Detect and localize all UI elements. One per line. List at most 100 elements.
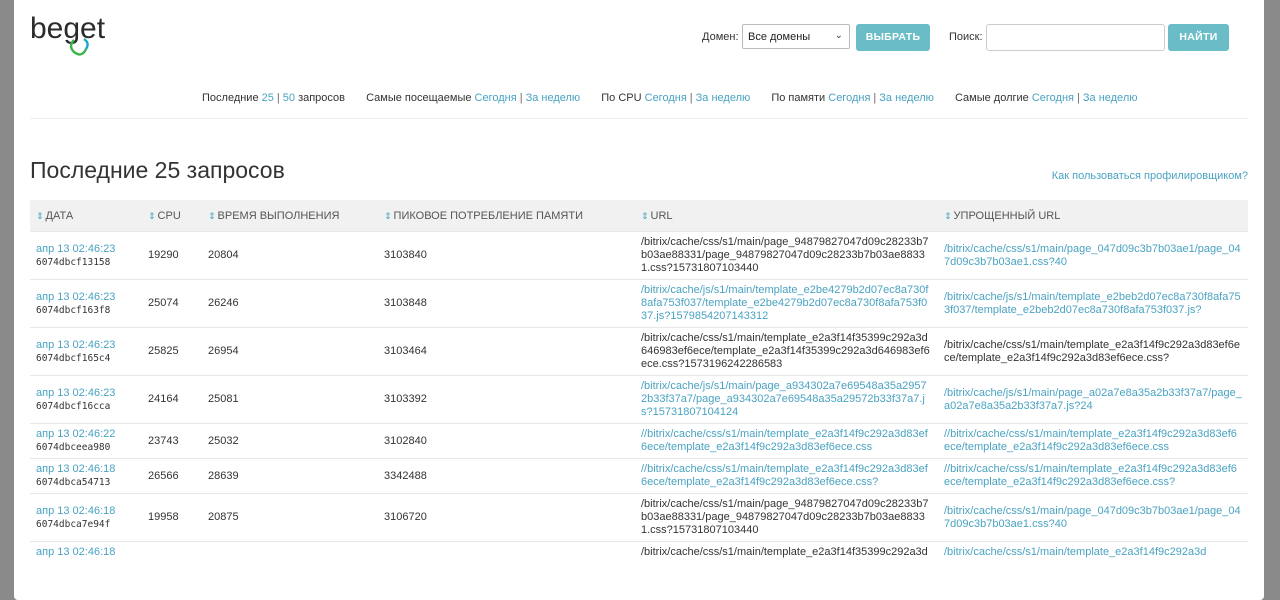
page: beget Домен: Все домены ⌄ ВЫБРАТЬ Поиск:… <box>14 0 1264 600</box>
request-id: 6074dbcf163f8 <box>36 304 111 316</box>
by-cpu-label: По CPU <box>601 92 642 104</box>
profiler-help-link[interactable]: Как пользоваться профилировщиком? <box>1052 170 1248 182</box>
last-requests-label: Последние <box>202 92 259 104</box>
date-cell: апр 13 02:46:22 6074dbceea980 <box>30 423 142 459</box>
filter-controls: Домен: Все домены ⌄ ВЫБРАТЬ Поиск: НАЙТИ <box>14 24 1264 52</box>
last-50-link[interactable]: 50 <box>283 92 295 104</box>
date-cell: апр 13 02:46:23 6074dbcf165c4 <box>30 327 142 376</box>
cpu-cell: 26566 <box>142 458 202 494</box>
memory-week-link[interactable]: За неделю <box>879 92 934 104</box>
date-cell: апр 13 02:46:18 6074dbca7e94f <box>30 493 142 542</box>
time-cell: 20804 <box>202 231 378 280</box>
sort-icon: ⇕ <box>944 210 952 221</box>
cpu-cell: 19290 <box>142 231 202 280</box>
longest-today-link[interactable]: Сегодня <box>1032 92 1074 104</box>
simple-url-cell[interactable]: //bitrix/cache/css/s1/main/template_e2a3… <box>938 423 1248 459</box>
memory-cell: 3103464 <box>378 327 635 376</box>
memory-cell <box>378 541 635 563</box>
date-link[interactable]: апр 13 02:46:22 <box>36 428 136 441</box>
request-filter-links: Последние 25 | 50 запросов Самые посещаемы… <box>202 92 1138 104</box>
memory-cell: 3103840 <box>378 231 635 280</box>
last-25-link[interactable]: 25 <box>262 92 274 104</box>
select-domain-button[interactable]: ВЫБРАТЬ <box>856 24 930 51</box>
memory-cell: 3103392 <box>378 375 635 424</box>
date-link[interactable]: апр 13 02:46:18 <box>36 463 136 476</box>
simple-url-cell[interactable]: //bitrix/cache/css/s1/main/template_e2a3… <box>938 458 1248 494</box>
longest-label: Самые долгие <box>954 92 1029 104</box>
date-link[interactable]: апр 13 02:46:23 <box>36 243 136 256</box>
col-simple-url-header[interactable]: ⇕ УПРОЩЕННЫЙ URL <box>938 200 1248 232</box>
request-id: 6074dbcf13158 <box>36 256 111 268</box>
col-url-header[interactable]: ⇕ URL <box>635 200 938 232</box>
chevron-down-icon: ⌄ <box>834 30 843 41</box>
sort-icon: ⇕ <box>641 210 649 221</box>
date-cell: апр 13 02:46:18 <box>30 541 142 563</box>
simple-url-cell[interactable]: /bitrix/cache/css/s1/main/template_e2a3f… <box>938 541 1248 563</box>
request-id: 6074dbca54713 <box>36 477 111 488</box>
time-cell: 26954 <box>202 327 378 376</box>
table-row[interactable]: апр 13 02:46:23 6074dbcf16cca 24164 25081 31… <box>30 375 1248 424</box>
memory-cell: 3102840 <box>378 423 635 459</box>
sort-icon: ⇕ <box>148 210 156 221</box>
by-memory-label: По памяти <box>771 92 826 104</box>
col-memory-header[interactable]: ⇕ ПИКОВОЕ ПОТРЕБЛЕНИЕ ПАМЯТИ <box>378 200 635 232</box>
simple-url-cell[interactable]: /bitrix/cache/js/s1/main/template_e2beb2… <box>938 279 1248 328</box>
col-date-header[interactable]: ⇕ ДАТА <box>30 200 142 232</box>
requests-table: ⇕ ДАТА ⇕ CPU ⇕ ВРЕМЯ ВЫПОЛНЕНИЯ ⇕ ПИКОВОЕ ПО… <box>30 200 1248 563</box>
requests-suffix: запросов <box>298 92 346 104</box>
date-link[interactable]: апр 13 02:46:23 <box>36 387 136 400</box>
domain-select[interactable]: Все домены ⌄ <box>742 24 850 49</box>
table-header: ⇕ ДАТА ⇕ CPU ⇕ ВРЕМЯ ВЫПОЛНЕНИЯ ⇕ ПИКОВОЕ ПО… <box>30 200 1248 232</box>
table-row[interactable]: апр 13 02:46:22 6074dbceea980 23743 25032 31… <box>30 423 1248 459</box>
col-cpu-header[interactable]: ⇕ CPU <box>142 200 202 232</box>
simple-url-cell[interactable]: /bitrix/cache/js/s1/main/page_a02a7e8a35… <box>938 375 1248 424</box>
time-cell: 26246 <box>202 279 378 328</box>
visited-week-link[interactable]: За неделю <box>526 92 581 104</box>
table-row[interactable]: апр 13 02:46:18/bitrix/cache/css/s1/main… <box>30 541 1248 563</box>
table-row[interactable]: апр 13 02:46:23 6074dbcf13158 19290 20804 31… <box>30 231 1248 280</box>
request-id: 6074dbceea980 <box>36 442 111 453</box>
find-button[interactable]: НАЙТИ <box>1168 24 1229 51</box>
table-row[interactable]: апр 13 02:46:23 6074dbcf165c4 25825 26954 31… <box>30 327 1248 376</box>
simple-url-cell: /bitrix/cache/css/s1/main/template_e2a3f… <box>938 327 1248 376</box>
col-time-header[interactable]: ⇕ ВРЕМЯ ВЫПОЛНЕНИЯ <box>202 200 378 232</box>
sort-icon: ⇕ <box>36 210 44 221</box>
request-id: 6074dbca7e94f <box>36 518 111 530</box>
domain-label: Домен: <box>702 31 739 43</box>
date-link[interactable]: апр 13 02:46:23 <box>36 291 136 304</box>
cpu-cell: 25074 <box>142 279 202 328</box>
date-link[interactable]: апр 13 02:46:18 <box>36 546 136 559</box>
cpu-cell <box>142 541 202 563</box>
search-input[interactable] <box>986 24 1165 51</box>
url-cell[interactable]: /bitrix/cache/js/s1/main/page_a934302a7e… <box>635 375 938 424</box>
simple-url-cell[interactable]: /bitrix/cache/css/s1/main/page_047d09c3b… <box>938 231 1248 280</box>
memory-cell: 3103848 <box>378 279 635 328</box>
url-cell[interactable]: //bitrix/cache/css/s1/main/template_e2a3… <box>635 458 938 494</box>
visited-today-link[interactable]: Сегодня <box>475 92 517 104</box>
date-cell: апр 13 02:46:23 6074dbcf163f8 <box>30 279 142 328</box>
url-cell: /bitrix/cache/css/s1/main/page_948798270… <box>635 231 938 280</box>
longest-week-link[interactable]: За неделю <box>1083 92 1138 104</box>
cpu-today-link[interactable]: Сегодня <box>645 92 687 104</box>
time-cell: 28639 <box>202 458 378 494</box>
simple-url-cell[interactable]: /bitrix/cache/css/s1/main/page_047d09c3b… <box>938 493 1248 542</box>
cpu-cell: 25825 <box>142 327 202 376</box>
table-row[interactable]: апр 13 02:46:23 6074dbcf163f8 25074 26246 31… <box>30 279 1248 328</box>
url-cell[interactable]: /bitrix/cache/js/s1/main/template_e2be42… <box>635 279 938 328</box>
url-cell: /bitrix/cache/css/s1/main/template_e2a3f… <box>635 327 938 376</box>
time-cell: 25032 <box>202 423 378 459</box>
url-cell: /bitrix/cache/css/s1/main/template_e2a3f… <box>635 541 938 563</box>
table-row[interactable]: апр 13 02:46:18 6074dbca54713 26566 28639 33… <box>30 458 1248 494</box>
url-cell[interactable]: //bitrix/cache/css/s1/main/template_e2a3… <box>635 423 938 459</box>
cpu-cell: 24164 <box>142 375 202 424</box>
request-id: 6074dbcf165c4 <box>36 352 111 364</box>
date-link[interactable]: апр 13 02:46:18 <box>36 505 136 518</box>
time-cell <box>202 541 378 563</box>
table-row[interactable]: апр 13 02:46:18 6074dbca7e94f 19958 20875 31… <box>30 493 1248 542</box>
table-body: апр 13 02:46:23 6074dbcf13158 19290 20804 31… <box>30 231 1248 563</box>
memory-today-link[interactable]: Сегодня <box>828 92 870 104</box>
most-visited-label: Самые посещаемые <box>366 92 472 104</box>
date-link[interactable]: апр 13 02:46:23 <box>36 339 136 352</box>
cpu-week-link[interactable]: За неделю <box>696 92 751 104</box>
time-cell: 20875 <box>202 493 378 542</box>
